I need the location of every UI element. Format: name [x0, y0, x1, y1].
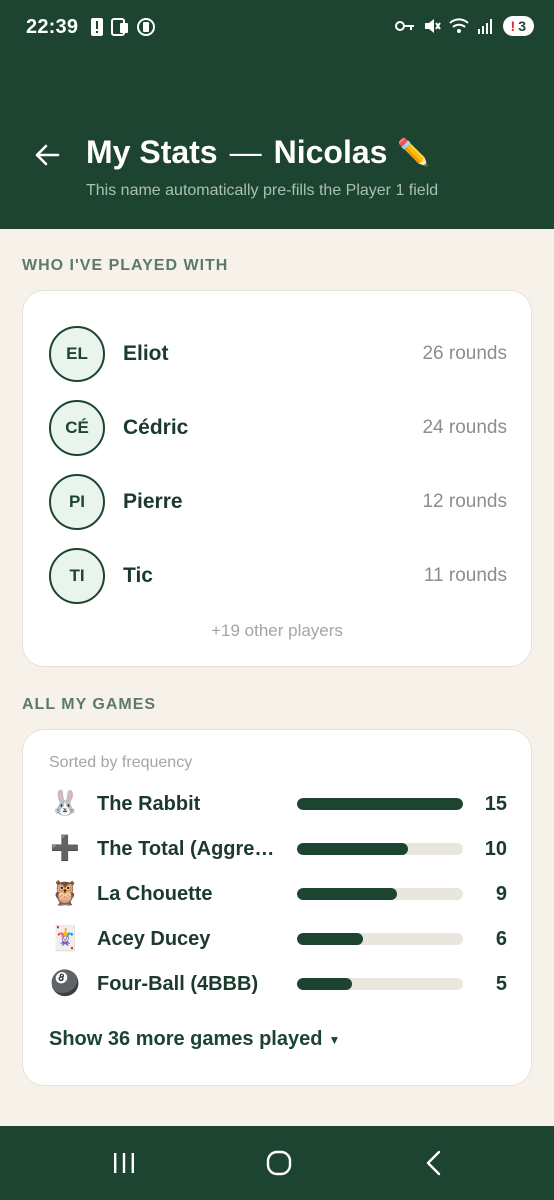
title-separator: —	[229, 134, 262, 170]
alert-icon	[91, 18, 103, 36]
player-row-name: Pierre	[123, 490, 183, 513]
notification-badge: ! 3	[502, 16, 534, 36]
plus-icon: ➕	[50, 835, 80, 862]
wifi-icon	[448, 18, 469, 33]
game-row[interactable]: ➕ The Total (Aggregate) 10	[49, 833, 507, 865]
all-games-section-label: ALL MY GAMES	[22, 696, 157, 713]
page-title: My Stats — Nicolas ✏️	[86, 134, 430, 171]
game-count: 6	[495, 927, 507, 950]
alert-icon: !	[510, 18, 516, 34]
joker-card-icon: 🃏	[50, 925, 80, 952]
game-row[interactable]: 🦉 La Chouette 9	[49, 878, 507, 910]
avatar: EL	[49, 326, 105, 382]
system-nav-bar	[0, 1126, 554, 1200]
other-players-link[interactable]: +19 other players	[23, 621, 531, 641]
avatar: TI	[49, 548, 105, 604]
show-more-label: Show 36 more games played	[49, 1028, 323, 1050]
game-name: The Total (Aggregate)	[97, 837, 275, 860]
frequency-bar	[297, 843, 463, 855]
key-icon	[394, 21, 414, 31]
game-count: 10	[484, 837, 507, 860]
owl-icon: 🦉	[50, 880, 80, 907]
player-row[interactable]: TI Tic 11 rounds	[49, 548, 507, 604]
frequency-bar-fill	[297, 843, 408, 855]
status-time: 22:39	[26, 16, 79, 38]
home-icon	[266, 1150, 292, 1176]
frequency-bar-fill	[297, 978, 353, 990]
all-games-card: Sorted by frequency 🐰 The Rabbit 15 ➕ Th…	[22, 729, 532, 1086]
game-name: La Chouette	[97, 882, 213, 905]
game-name: The Rabbit	[97, 792, 201, 815]
page-title-text: My Stats	[86, 134, 218, 170]
system-back-icon	[426, 1150, 441, 1176]
game-row[interactable]: 🐰 The Rabbit 15	[49, 788, 507, 820]
sort-label: Sorted by frequency	[49, 754, 193, 771]
pencil-icon[interactable]: ✏️	[397, 137, 429, 168]
status-left-icons	[90, 17, 156, 37]
show-more-games-button[interactable]: Show 36 more games played ▼	[49, 1028, 340, 1051]
game-name: Acey Ducey	[97, 927, 211, 950]
frequency-bar	[297, 798, 463, 810]
app-header: 22:39 ! 3 My Stats — Nicolas ✏️ This nam…	[0, 0, 554, 229]
player-row-name: Tic	[123, 564, 153, 587]
mute-icon	[424, 19, 441, 33]
player-name[interactable]: Nicolas	[274, 134, 388, 171]
avatar: PI	[49, 474, 105, 530]
frequency-bar	[297, 978, 463, 990]
rabbit-icon: 🐰	[50, 790, 80, 817]
avatar: CÉ	[49, 400, 105, 456]
player-row[interactable]: CÉ Cédric 24 rounds	[49, 400, 507, 456]
signal-icon	[477, 19, 492, 34]
played-with-card: EL Eliot 26 rounds CÉ Cédric 24 rounds P…	[22, 290, 532, 667]
battery-saver-icon	[137, 18, 155, 36]
recent-apps-button[interactable]	[104, 1148, 144, 1178]
played-with-section-label: WHO I'VE PLAYED WITH	[22, 257, 229, 274]
screen-record-icon	[111, 18, 128, 36]
caret-down-icon: ▼	[328, 1032, 341, 1047]
frequency-bar	[297, 888, 463, 900]
game-count: 9	[495, 882, 507, 905]
back-button[interactable]	[34, 143, 60, 171]
recent-apps-icon	[114, 1153, 134, 1173]
status-right-icons: ! 3	[394, 16, 534, 36]
notification-count: 3	[518, 18, 526, 34]
frequency-bar-fill	[297, 888, 397, 900]
player-row[interactable]: EL Eliot 26 rounds	[49, 326, 507, 382]
player-row-rounds: 11 rounds	[423, 565, 507, 586]
eight-ball-icon: 🎱	[50, 970, 80, 997]
player-row[interactable]: PI Pierre 12 rounds	[49, 474, 507, 530]
page-subtitle: This name automatically pre-fills the Pl…	[86, 182, 439, 199]
game-row[interactable]: 🎱 Four-Ball (4BBB) 5	[49, 968, 507, 1000]
player-row-name: Cédric	[123, 416, 189, 439]
frequency-bar	[297, 933, 463, 945]
game-count: 15	[484, 792, 507, 815]
game-name: Four-Ball (4BBB)	[97, 972, 259, 995]
player-row-rounds: 26 rounds	[422, 343, 507, 364]
frequency-bar-fill	[297, 798, 463, 810]
status-bar: 22:39 ! 3	[0, 0, 554, 56]
player-row-rounds: 12 rounds	[422, 491, 507, 512]
player-row-rounds: 24 rounds	[422, 417, 507, 438]
home-button[interactable]	[259, 1148, 299, 1178]
back-arrow-icon	[35, 144, 60, 166]
frequency-bar-fill	[297, 933, 364, 945]
game-count: 5	[495, 972, 507, 995]
player-row-name: Eliot	[123, 342, 169, 365]
system-back-button[interactable]	[414, 1148, 454, 1178]
game-row[interactable]: 🃏 Acey Ducey 6	[49, 923, 507, 955]
